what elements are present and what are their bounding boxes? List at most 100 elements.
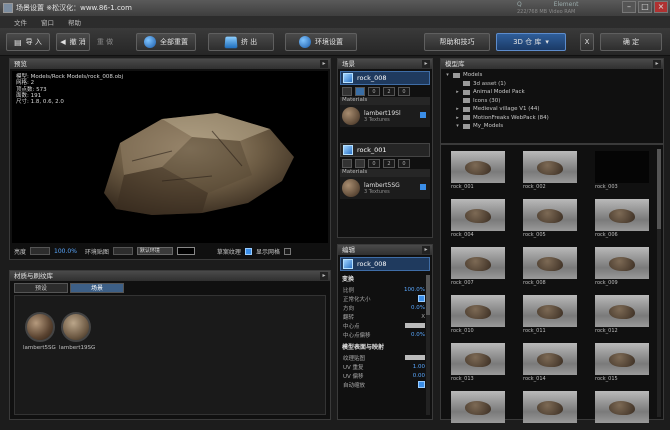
model-tile[interactable]: rock_007 [447, 247, 513, 288]
count-field[interactable]: 0 [368, 158, 380, 168]
tab-presets[interactable]: 预设 [14, 283, 68, 293]
scene-material-row[interactable]: lambert5SG 3 Textures [340, 177, 430, 199]
prop-flip[interactable]: 翻转 X [340, 312, 428, 321]
model-tile[interactable]: rock_010 [447, 295, 513, 336]
expand-icon[interactable]: ▾ [445, 72, 450, 78]
confirm-button[interactable]: 确 定 [600, 33, 662, 51]
draft-texture-checkbox[interactable] [244, 247, 252, 255]
scene-material-row[interactable]: lambert19Sl 3 Textures [340, 105, 430, 127]
expand-icon[interactable]: ▾ [455, 123, 460, 129]
model-tile[interactable] [591, 391, 657, 430]
env-map-swatch[interactable] [112, 247, 133, 255]
model-tile[interactable]: rock_012 [591, 295, 657, 336]
model-tile[interactable] [519, 391, 585, 430]
prop-value[interactable]: X [421, 314, 425, 320]
menu-window[interactable]: 窗口 [41, 17, 54, 27]
panel-menu-icon[interactable]: ▸ [320, 60, 328, 68]
redo-button[interactable]: 重 做 [92, 33, 118, 51]
model-tile[interactable]: rock_014 [519, 343, 585, 384]
import-button[interactable]: ▤ 导 入 [6, 33, 50, 51]
scene-object-header[interactable]: rock_008 [340, 71, 430, 85]
reset-all-button[interactable]: 全部重置 [136, 33, 196, 51]
scene-object-header[interactable]: rock_001 [340, 143, 430, 157]
show-grid-checkbox[interactable] [283, 247, 291, 255]
normalize-checkbox[interactable] [418, 295, 425, 302]
prop-value[interactable]: 0.00 [413, 373, 425, 379]
model-tile[interactable]: rock_009 [591, 247, 657, 288]
auto-scale-checkbox[interactable] [418, 381, 425, 388]
count-field[interactable]: 2 [383, 86, 395, 96]
model-tile[interactable]: rock_005 [519, 199, 585, 240]
model-tile[interactable]: rock_003 [591, 151, 657, 192]
scrollbar-thumb[interactable] [426, 275, 430, 315]
prop-pivot[interactable]: 中心点 [340, 321, 428, 330]
gear-icon[interactable] [355, 158, 365, 168]
model-tile[interactable]: rock_013 [447, 343, 513, 384]
model-tile[interactable] [447, 391, 513, 430]
prop-uv-repeat[interactable]: UV 重复 1.00 [340, 362, 428, 371]
brightness-value[interactable]: 100.0% [54, 248, 77, 255]
tree-item[interactable]: 3d asset (1) [445, 80, 549, 89]
cancel-button[interactable]: X [580, 33, 594, 51]
prop-orientation[interactable]: 方向 0.0% [340, 303, 428, 312]
grid-scrollbar[interactable] [657, 149, 661, 417]
model-tile[interactable]: rock_008 [519, 247, 585, 288]
env-settings-button[interactable]: 环境设置 [285, 33, 357, 51]
tab-scene[interactable]: 场景 [70, 283, 124, 293]
expand-icon[interactable]: ▸ [455, 106, 460, 112]
texture-map-slider[interactable] [405, 355, 425, 360]
title-tool-q[interactable]: Q [517, 1, 522, 8]
count-field[interactable]: 2 [383, 158, 395, 168]
help-tips-button[interactable]: 帮助和技巧 [424, 33, 490, 51]
panel-menu-icon[interactable]: ▸ [320, 272, 328, 280]
tree-item[interactable]: ▾ My_Models [445, 122, 549, 131]
panel-menu-icon[interactable]: ▸ [422, 246, 430, 254]
tree-item[interactable]: Icons (30) [445, 97, 549, 106]
tree-item[interactable]: ▸ Animal Model Pack [445, 88, 549, 97]
move-tool-icon[interactable] [342, 158, 352, 168]
preview-viewport[interactable]: 模型: Models/Rock Models/rock_008.obj 网格: … [12, 71, 328, 243]
panel-menu-icon[interactable]: ▸ [422, 60, 430, 68]
material-thumbnail[interactable] [61, 312, 91, 342]
material-thumbnail[interactable] [25, 312, 55, 342]
prop-pivot-offset[interactable]: 中心点偏移 0.0% [340, 330, 428, 339]
prop-value[interactable]: 0.0% [411, 332, 425, 338]
pivot-slider[interactable] [405, 323, 425, 328]
prop-scale[interactable]: 比例 100.0% [340, 285, 428, 294]
tree-item[interactable]: ▸ MotionFreaks WebPack (84) [445, 114, 549, 123]
model-tile[interactable]: rock_006 [591, 199, 657, 240]
minimize-button[interactable]: – [622, 1, 636, 13]
tree-item[interactable]: ▸ Medieval village V1 (44) [445, 105, 549, 114]
scene-object[interactable]: rock_008 0 2 0 Materials lambert19Sl 3 T… [340, 71, 430, 127]
prop-auto-scale[interactable]: 自动缩放 [340, 380, 428, 389]
menu-help[interactable]: 帮助 [68, 17, 81, 27]
model-tile[interactable]: rock_002 [519, 151, 585, 192]
prop-normalize[interactable]: 正常化大小 [340, 294, 428, 303]
material-toggle[interactable] [420, 112, 426, 118]
move-tool-icon[interactable] [342, 86, 352, 96]
expand-icon[interactable]: ▸ [455, 89, 460, 95]
library-dropdown[interactable]: 3D 仓 库 ▾ [496, 33, 566, 51]
gear-icon[interactable] [355, 86, 365, 96]
undo-button[interactable]: ◀ 撤 消 [56, 33, 90, 51]
panel-menu-icon[interactable]: ▸ [653, 60, 661, 68]
title-tool-element[interactable]: Element [554, 1, 579, 8]
expand-icon[interactable]: ▸ [455, 115, 460, 121]
extrude-button[interactable]: 挤 出 [208, 33, 274, 51]
model-tile[interactable]: rock_015 [591, 343, 657, 384]
material-toggle[interactable] [420, 184, 426, 190]
model-tile[interactable]: rock_004 [447, 199, 513, 240]
prop-value[interactable]: 100.0% [404, 287, 425, 293]
count-field[interactable]: 0 [398, 158, 410, 168]
scrollbar-thumb[interactable] [657, 149, 661, 229]
brightness-slider[interactable] [30, 247, 51, 255]
count-field[interactable]: 0 [368, 86, 380, 96]
scene-object[interactable]: rock_001 0 2 0 Materials lambert5SG 3 Te… [340, 143, 430, 199]
prop-texture-map[interactable]: 纹理贴图 [340, 353, 428, 362]
prop-value[interactable]: 0.0% [411, 305, 425, 311]
bg-color-picker[interactable] [176, 247, 195, 255]
maximize-button[interactable]: □ [638, 1, 652, 13]
close-window-button[interactable]: × [654, 1, 668, 13]
env-map-select[interactable]: 默认环境 [136, 247, 173, 255]
edit-scrollbar[interactable] [426, 275, 430, 415]
